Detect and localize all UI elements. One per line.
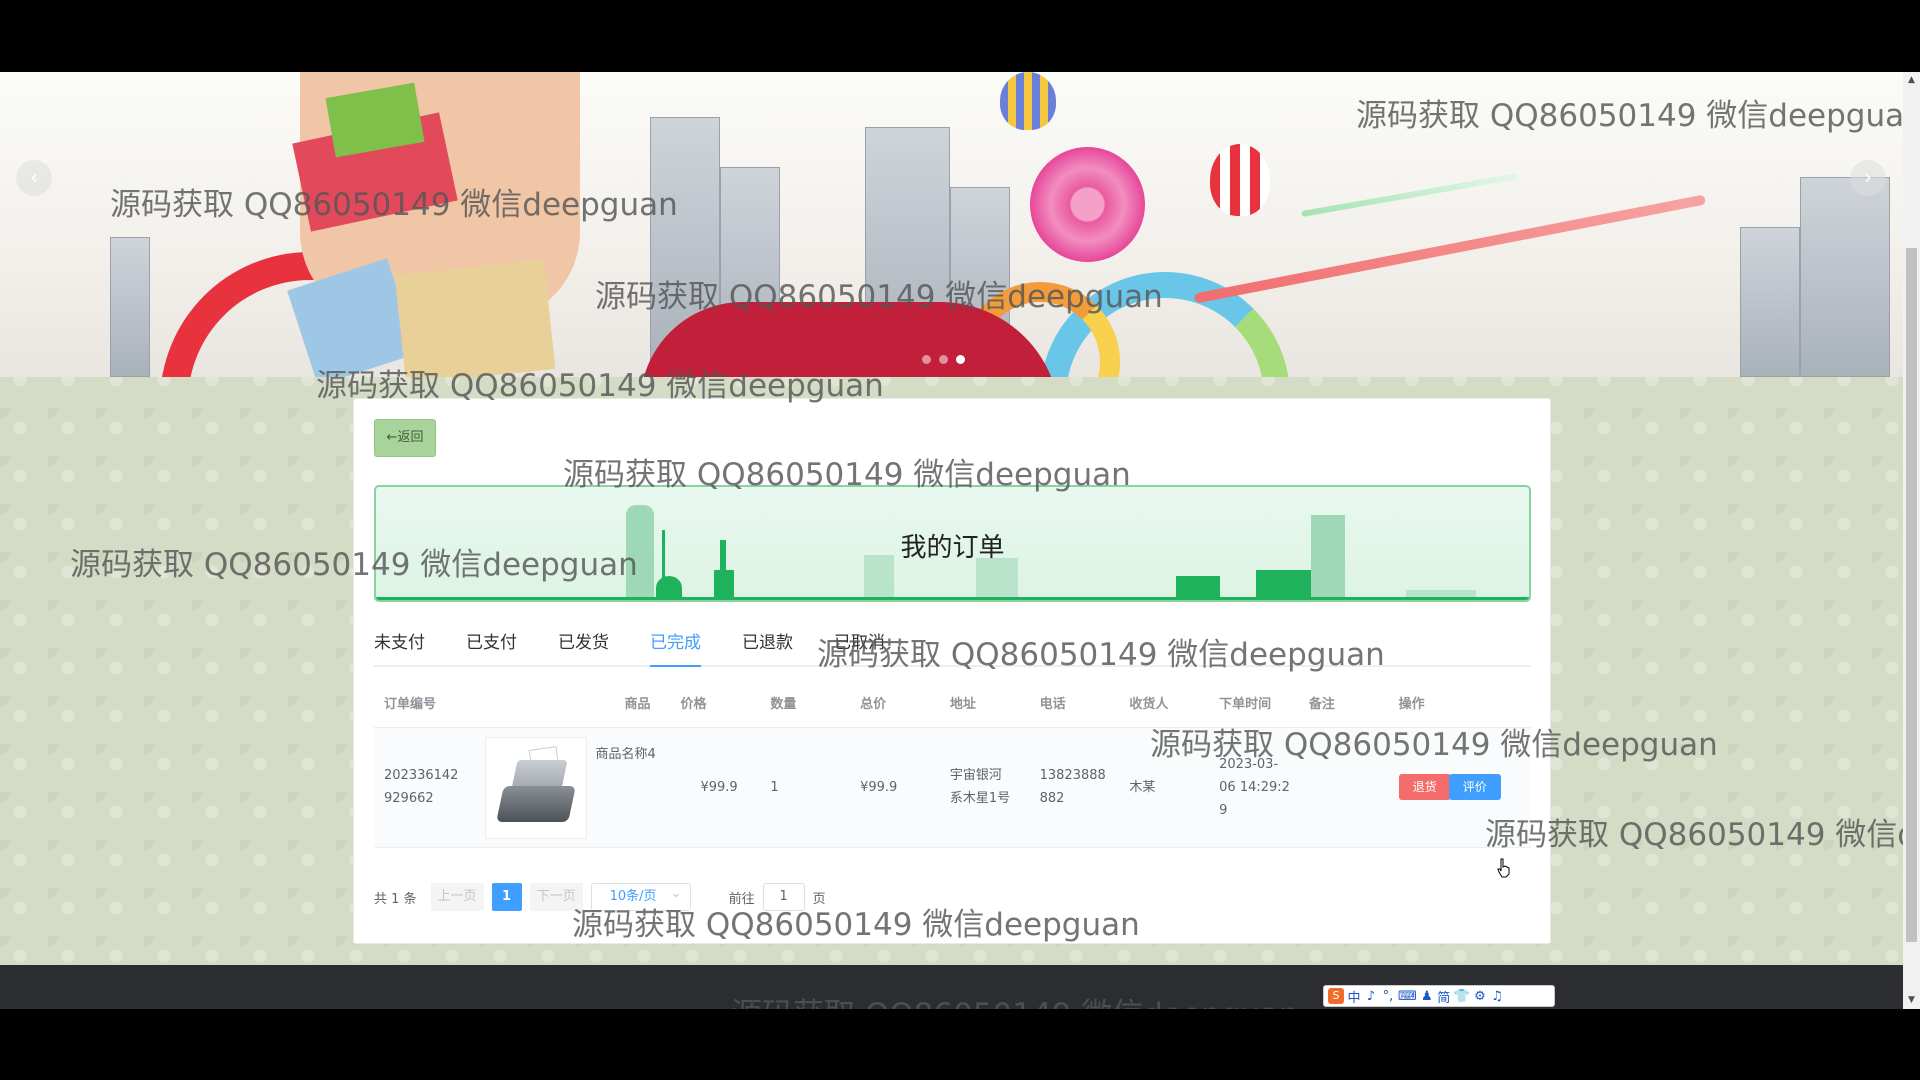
receiver: 木某 (1119, 727, 1210, 848)
review-button[interactable]: 评价 (1448, 774, 1501, 800)
product-info: 商品名称4 (485, 736, 656, 839)
address: 宇宙银河 (949, 768, 1002, 783)
carousel-next-button[interactable]: › (1850, 160, 1886, 196)
goto-page-input[interactable]: 1 (762, 883, 805, 911)
column-header: 收货人 (1119, 679, 1210, 728)
scanner-base (496, 785, 577, 822)
ime-item[interactable]: ⚙ (1473, 989, 1487, 1004)
goto-label: 前往 (728, 891, 755, 907)
skyline-ground (376, 597, 1529, 600)
orders-panel: ←返回 我的订单 未支付 已支付 已发货 已完成 已退款 已取消 订单编号 商品… (353, 398, 1551, 944)
product-name[interactable]: 商品名称4 (595, 737, 655, 766)
column-header: 下单时间 (1209, 679, 1299, 728)
ime-item[interactable]: 中 (1347, 987, 1361, 1006)
browser-content: ‹ › ←返回 我的订单 未支付 已支付 已发货 已完成 已退款 已取消 订单编… (0, 72, 1920, 1009)
scroll-down-icon[interactable]: ▼ (1903, 992, 1920, 1009)
phone: 13823888 (1039, 768, 1106, 783)
order-status-tabs: 未支付 已支付 已发货 已完成 已退款 已取消 (374, 629, 1531, 667)
ime-toolbar[interactable]: S 中 ♪ °, ⌨ ♟ 简 👕 ⚙ ♫ (1323, 985, 1555, 1007)
sogou-logo-icon: S (1328, 988, 1344, 1004)
banner-building (1740, 227, 1800, 377)
ime-item[interactable]: °, (1381, 989, 1395, 1004)
table-row: 202336142 929662 商品名称4 ¥99.9 1 ¥99.9 宇宙银… (374, 727, 1531, 848)
column-header: 商品 (545, 679, 671, 728)
balloon-icon (1000, 72, 1056, 130)
note (1298, 727, 1389, 848)
tab-refunded[interactable]: 已退款 (742, 629, 793, 665)
page-title: 我的订单 (900, 533, 1005, 563)
order-time: 06 14:29:2 (1219, 779, 1290, 795)
hand-cursor-icon (1497, 858, 1510, 878)
address: 系木星1号 (949, 791, 1011, 806)
order-time: 9 (1219, 802, 1228, 818)
column-header: 备注 (1298, 679, 1389, 728)
tab-cancelled[interactable]: 已取消 (834, 629, 885, 665)
carousel-dot[interactable] (922, 355, 931, 364)
carousel-dot[interactable] (939, 355, 948, 364)
column-header: 地址 (939, 679, 1030, 728)
skyline-tower (1256, 570, 1316, 600)
vertical-scrollbar[interactable]: ▲ ▼ (1903, 72, 1920, 1009)
ime-item[interactable]: 简 (1437, 987, 1451, 1006)
next-page-button[interactable]: 下一页 (529, 883, 583, 911)
product-image[interactable] (485, 736, 588, 839)
skyline-tower (714, 570, 734, 600)
banner-flower (1030, 147, 1145, 262)
banner-streak (1193, 194, 1707, 304)
actions-cell: 退货 评价 (1388, 727, 1531, 848)
column-header: 数量 (760, 679, 851, 728)
carousel-dot[interactable] (956, 355, 965, 364)
ime-item[interactable]: ♫ (1490, 989, 1504, 1004)
banner-streak (1301, 172, 1519, 218)
ime-item[interactable]: ♪ (1364, 989, 1378, 1004)
total-price: ¥99.9 (850, 727, 940, 848)
carousel-prev-button[interactable]: ‹ (16, 160, 52, 196)
scroll-up-icon[interactable]: ▲ (1903, 72, 1920, 89)
ime-item[interactable]: ♟ (1420, 989, 1434, 1004)
page-footer (0, 965, 1903, 1009)
tab-paid[interactable]: 已支付 (466, 629, 517, 665)
phone: 882 (1039, 791, 1065, 806)
scroll-thumb[interactable] (1906, 248, 1917, 942)
orders-table: 订单编号 商品 价格 数量 总价 地址 电话 收货人 下单时间 备注 操作 20… (374, 679, 1531, 848)
table-header-row: 订单编号 商品 价格 数量 总价 地址 电话 收货人 下单时间 备注 操作 (374, 679, 1531, 728)
order-time-cell: 2023-03- 06 14:29:2 9 (1209, 727, 1299, 848)
page-size-select[interactable]: 10条/页 (590, 881, 691, 911)
price: ¥99.9 (700, 779, 738, 795)
address-cell: 宇宙银河 系木星1号 (939, 727, 1030, 848)
page-header-banner: 我的订单 (374, 485, 1531, 602)
quantity: 1 (760, 727, 851, 848)
pagination: 共 1 条 上一页 1 下一页 10条/页 前往 1 页 (374, 881, 826, 911)
banner-building (1800, 177, 1890, 377)
balloon-icon (1210, 144, 1270, 216)
tab-completed[interactable]: 已完成 (650, 629, 701, 667)
column-header: 订单编号 (374, 679, 546, 728)
page-viewport: ‹ › ←返回 我的订单 未支付 已支付 已发货 已完成 已退款 已取消 订单编… (0, 72, 1903, 1009)
ime-item[interactable]: ⌨ (1398, 989, 1417, 1004)
skyline-tower (976, 558, 1018, 600)
ime-item[interactable]: 👕 (1454, 989, 1470, 1004)
page-number-active[interactable]: 1 (491, 883, 522, 911)
tab-shipped[interactable]: 已发货 (558, 629, 609, 665)
total-count: 共 1 条 (374, 891, 417, 907)
order-time: 2023-03- (1219, 756, 1279, 772)
carousel-indicators (922, 355, 965, 364)
column-header: 电话 (1029, 679, 1120, 728)
refund-button[interactable]: 退货 (1398, 774, 1451, 800)
page-suffix: 页 (812, 891, 826, 907)
product-cell: 商品名称4 ¥99.9 (485, 727, 761, 848)
column-header: 操作 (1388, 679, 1531, 728)
banner-carousel[interactable]: ‹ › (0, 72, 1903, 377)
column-header: 价格 (670, 679, 761, 728)
column-header: 总价 (850, 679, 940, 728)
back-button[interactable]: ←返回 (374, 419, 436, 457)
phone-cell: 13823888 882 (1029, 727, 1120, 848)
banner-bag (394, 259, 556, 377)
banner-building (110, 237, 150, 377)
prev-page-button[interactable]: 上一页 (430, 883, 484, 911)
tab-unpaid[interactable]: 未支付 (374, 629, 425, 665)
